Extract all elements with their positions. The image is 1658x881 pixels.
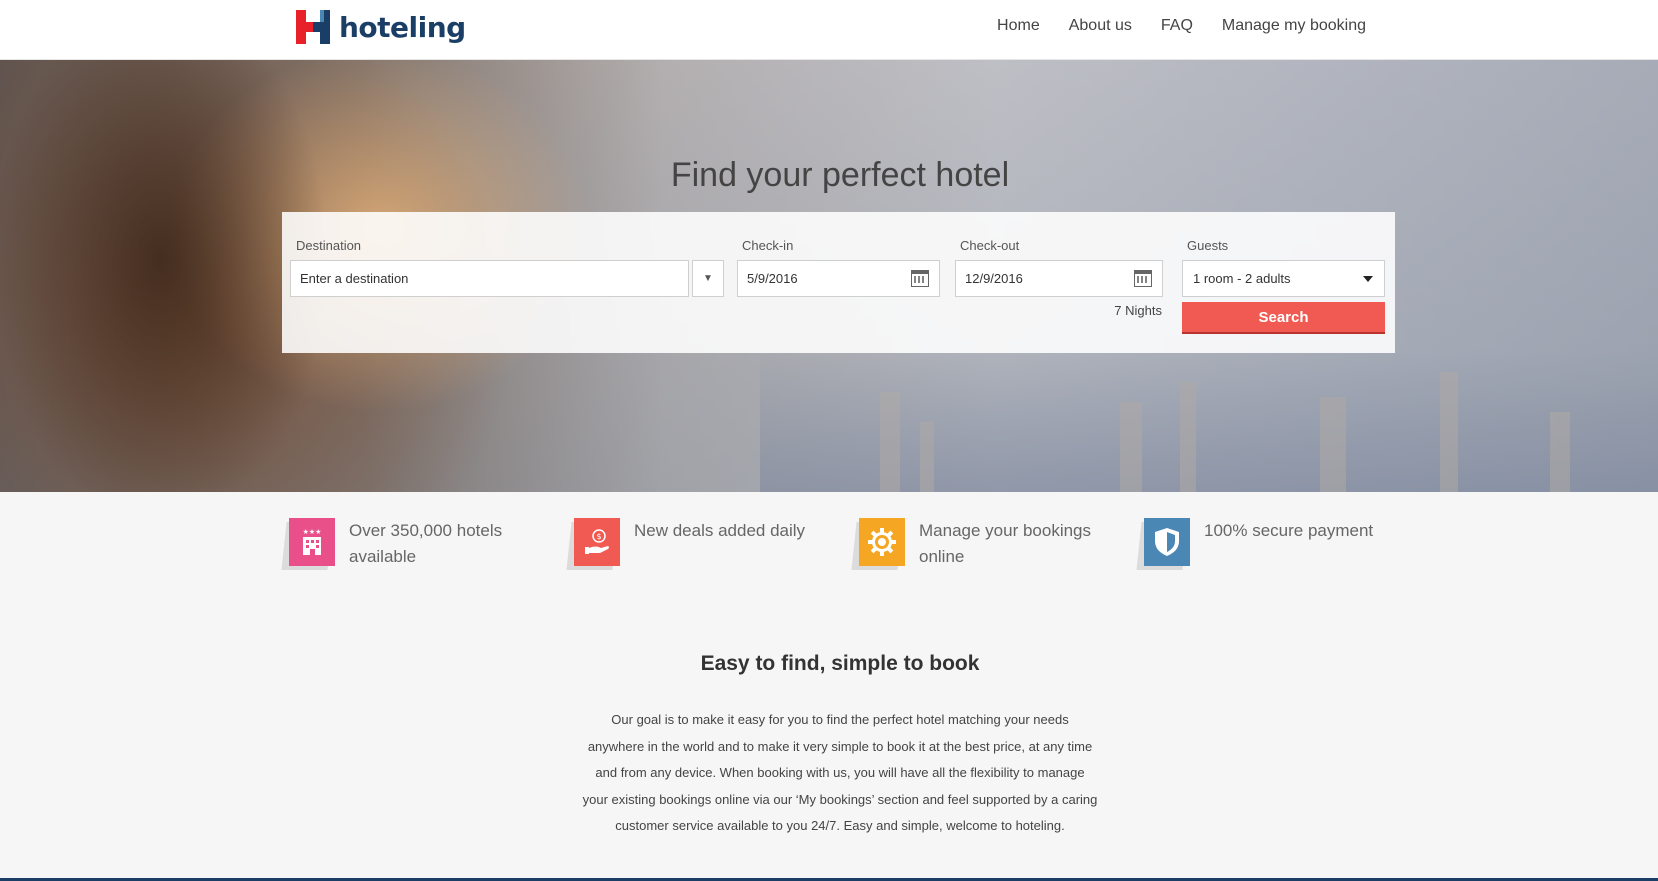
checkout-label: Check-out (960, 238, 1020, 253)
deal-hand-coin-icon: $ (574, 518, 620, 566)
main-nav: Home About us FAQ Manage my booking (968, 17, 1366, 35)
feature-text: New deals added daily (634, 521, 806, 540)
search-button[interactable]: Search (1182, 302, 1385, 334)
nav-home[interactable]: Home (997, 17, 1040, 35)
calendar-icon[interactable] (1134, 270, 1152, 287)
feature-text: Over 350,000 hotels available (349, 521, 503, 566)
guests-value: 1 room - 2 adults (1193, 271, 1291, 286)
about-line: and from any device. When booking with u… (595, 765, 1085, 780)
checkin-value: 5/9/2016 (747, 271, 798, 286)
checkout-date-field[interactable]: 12/9/2016 (955, 260, 1163, 297)
brand-name: hoteling (339, 10, 466, 44)
feature-deals: $ New deals added daily (566, 518, 819, 570)
feature-hotels: ★★★ Over 350,000 hotels available (281, 518, 529, 570)
about-title: Easy to find, simple to book (700, 652, 980, 675)
shield-icon (1144, 518, 1190, 566)
search-form: Destination Enter a destination ▼ Check-… (282, 212, 1395, 353)
brand-logo[interactable]: hoteling (296, 10, 466, 44)
guests-select[interactable]: 1 room - 2 adults (1182, 260, 1385, 297)
destination-input[interactable]: Enter a destination (290, 260, 689, 297)
about-text: Our goal is to make it easy for you to f… (570, 707, 1110, 840)
chevron-down-icon: ▼ (703, 273, 713, 284)
nav-manage-booking[interactable]: Manage my booking (1222, 17, 1366, 35)
feature-secure: 100% secure payment (1136, 518, 1384, 570)
svg-text:★★★: ★★★ (303, 528, 322, 536)
hero-banner: Find your perfect hotel Destination Ente… (0, 60, 1658, 492)
gear-icon (859, 518, 905, 566)
feature-text: Manage your bookings online (919, 521, 1092, 566)
calendar-icon[interactable] (911, 270, 929, 287)
svg-text:$: $ (596, 532, 601, 541)
feature-manage: Manage your bookings online (851, 518, 1099, 570)
checkin-date-field[interactable]: 5/9/2016 (737, 260, 940, 297)
destination-label: Destination (296, 238, 362, 253)
logo-mark-icon (296, 10, 330, 44)
guests-label: Guests (1187, 238, 1229, 253)
destination-dropdown-button[interactable]: ▼ (692, 260, 724, 297)
checkout-value: 12/9/2016 (965, 271, 1023, 286)
hero-title: Find your perfect hotel (670, 156, 1010, 194)
nav-faq[interactable]: FAQ (1161, 17, 1193, 35)
feature-text: 100% secure payment (1204, 521, 1374, 540)
about-line: Our goal is to make it easy for you to f… (611, 712, 1069, 727)
about-line: your existing bookings online via our ‘M… (582, 791, 1098, 807)
about-line: anywhere in the world and to make it ver… (587, 738, 1093, 754)
hotel-building-icon: ★★★ (289, 518, 335, 566)
caret-down-icon (1363, 276, 1373, 282)
checkin-label: Check-in (742, 238, 794, 253)
nights-count: 7 Nights (1114, 303, 1162, 318)
hero-photo-skyline (760, 350, 1658, 492)
about-line: customer service available to you 24/7. … (615, 818, 1065, 833)
nav-about-us[interactable]: About us (1069, 17, 1132, 35)
site-header: hoteling Home About us FAQ Manage my boo… (0, 0, 1658, 60)
